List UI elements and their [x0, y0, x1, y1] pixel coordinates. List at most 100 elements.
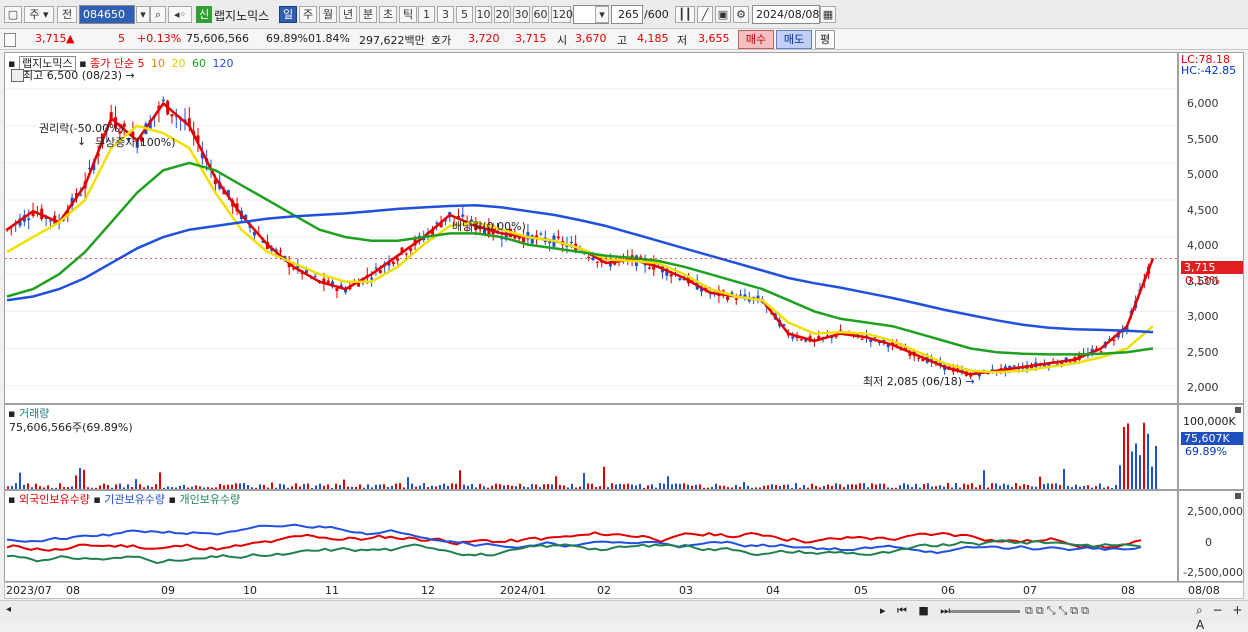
x-tick: 08: [1121, 584, 1135, 597]
volume-bar: [183, 484, 185, 489]
legend-ma-5[interactable]: 5: [138, 57, 145, 70]
search-icon[interactable]: ⌕: [150, 6, 166, 23]
code-dropdown-icon[interactable]: ▾: [136, 6, 150, 23]
period-minute[interactable]: 분: [359, 6, 377, 23]
volume-bar: [103, 483, 105, 489]
zoom-slider[interactable]: [950, 610, 1020, 613]
interval-30[interactable]: 30: [513, 6, 530, 23]
low-label: 저: [677, 34, 688, 47]
interval-1[interactable]: 1: [418, 6, 435, 23]
dividend-annotation: 배당락(0.00%): [452, 220, 526, 233]
interval-20[interactable]: 20: [494, 6, 511, 23]
stock-name: 랩지노믹스: [214, 9, 270, 23]
y-tick: 4,500: [1187, 204, 1219, 217]
volume-pane[interactable]: ▪ 거래량 75,606,566주(69.89%): [4, 404, 1178, 490]
holdings-pane[interactable]: ▪ 외국인보유수량 ▪ 기관보유수량 ▪ 개인보유수량: [4, 490, 1178, 582]
volume-bar: [7, 486, 9, 489]
period-second[interactable]: 초: [379, 6, 397, 23]
volume-bar: [311, 487, 313, 489]
volume-bar: [1019, 486, 1021, 489]
period-year[interactable]: 년: [339, 6, 357, 23]
interval-dropdown-icon[interactable]: ▾: [595, 6, 609, 23]
stock-code-input[interactable]: 084650: [79, 5, 135, 24]
settings-gear-icon[interactable]: ⚙: [733, 6, 749, 23]
volume-bar: [91, 487, 93, 489]
legend-ma-120[interactable]: 120: [213, 57, 234, 70]
volume-tag-pct: 69.89%: [1185, 445, 1227, 458]
volume-bar: [603, 466, 605, 489]
volume-value: 75,606,566: [186, 32, 249, 45]
volume-bar: [891, 487, 893, 489]
volume-bar: [855, 484, 857, 489]
volume-bar: [1039, 476, 1041, 489]
candle-body: [739, 294, 743, 296]
volume-bar: [735, 484, 737, 489]
save-icon[interactable]: ▣: [715, 6, 731, 23]
volume-bar: [719, 485, 721, 489]
volume-bar: [831, 485, 833, 489]
legend-ma-60[interactable]: 60: [192, 57, 206, 70]
interval-10[interactable]: 10: [475, 6, 492, 23]
volume-bar: [675, 483, 677, 489]
period-week[interactable]: 주: [299, 6, 317, 23]
volume-bar: [419, 485, 421, 489]
market-select[interactable]: 주 ▾: [24, 6, 54, 23]
volume-bar: [271, 482, 273, 489]
volume-pane-close-icon[interactable]: [1235, 407, 1241, 413]
sell-button[interactable]: 매도: [776, 30, 812, 49]
volume-bar: [403, 487, 405, 489]
candle-body: [461, 214, 465, 217]
candle-icon[interactable]: ┃┃: [675, 6, 695, 23]
legend-ma-20[interactable]: 20: [172, 57, 186, 70]
legend-individual[interactable]: 개인보유수량: [179, 493, 240, 506]
quote-collapse-icon[interactable]: [4, 33, 16, 47]
volume-bar: [1131, 451, 1133, 489]
interval-120[interactable]: 120: [551, 6, 573, 23]
market-select-2[interactable]: 전: [57, 6, 77, 23]
period-tick[interactable]: 틱: [399, 6, 417, 23]
holdings-pane-close-icon[interactable]: [1235, 493, 1241, 499]
scroll-left-icon[interactable]: ◂: [6, 604, 11, 615]
candle-body: [409, 248, 413, 251]
volume-bar: [283, 484, 285, 489]
volume-bar: [711, 486, 713, 489]
zoom-buttons[interactable]: ⌕ − + A: [1196, 603, 1248, 632]
volume-bar: [1015, 483, 1017, 489]
interval-3[interactable]: 3: [437, 6, 454, 23]
period-month[interactable]: 월: [319, 6, 337, 23]
date-input[interactable]: 2024/08/08: [752, 5, 820, 24]
legend-ma-10[interactable]: 10: [151, 57, 165, 70]
volume-y-axis: 100,000K 75,607K 69.89%: [1178, 404, 1244, 490]
volume-bar: [771, 484, 773, 489]
volume-bar: [939, 485, 941, 489]
count-input[interactable]: 265: [611, 5, 643, 24]
volume-bar: [579, 486, 581, 489]
volume-bar: [659, 483, 661, 489]
zoom-tools[interactable]: ⧉⧉⤡⤡⧉⧉: [1025, 604, 1092, 618]
candle-body: [396, 258, 400, 261]
draw-tool-icon[interactable]: ╱: [697, 6, 713, 23]
volume-bar: [943, 486, 945, 489]
legend-institution[interactable]: 기관보유수량: [104, 493, 165, 506]
legend-foreign[interactable]: 외국인보유수량: [19, 493, 90, 506]
period-day[interactable]: 일: [279, 6, 297, 23]
volume-bar: [275, 487, 277, 489]
price-chart-pane[interactable]: ▪ 랩지노믹스 ▪ 종가 단순 5 10 20 60 120 최고 6,500 …: [4, 52, 1178, 404]
window-icon[interactable]: ▢: [4, 6, 22, 23]
chart-scrollbar[interactable]: ◂ ▸ ⏮ ■ ⏭ ⧉⧉⤡⤡⧉⧉ ⌕ − + A: [0, 600, 1248, 632]
volume-bar: [439, 484, 441, 489]
eval-button[interactable]: 평: [815, 30, 835, 49]
candle-body: [548, 241, 552, 244]
interval-60[interactable]: 60: [532, 6, 549, 23]
volume-bar: [391, 485, 393, 489]
volume-bar: [811, 483, 813, 489]
volume-bar: [843, 487, 845, 489]
volume-bar: [1143, 422, 1145, 489]
playback-controls[interactable]: ▸ ⏮ ■ ⏭: [880, 604, 954, 618]
interval-5[interactable]: 5: [456, 6, 473, 23]
volume-bar: [1047, 483, 1049, 489]
calendar-icon[interactable]: ▦: [820, 6, 836, 23]
volume-tag: 75,607K: [1181, 432, 1243, 445]
buy-button[interactable]: 매수: [738, 30, 774, 49]
sound-icon[interactable]: ◂◦: [168, 6, 192, 23]
